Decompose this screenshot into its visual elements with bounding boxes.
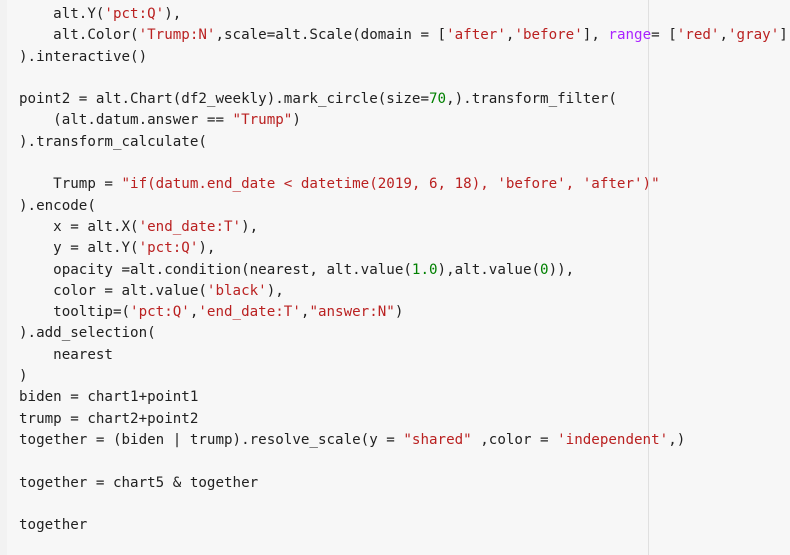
code-token: 1.0 bbox=[411, 261, 438, 278]
code-token: (alt.datum.answer == bbox=[19, 112, 233, 129]
code-token: y = alt.Y( bbox=[19, 240, 139, 257]
code-token: 'end_date:T' bbox=[198, 304, 301, 321]
code-line: nearest bbox=[19, 345, 790, 366]
code-line: Trump = "if(datum.end_date < datetime(20… bbox=[19, 174, 790, 195]
code-token: ), bbox=[241, 218, 259, 235]
code-token: 'black' bbox=[206, 282, 267, 299]
code-token: 70 bbox=[429, 91, 447, 108]
code-token: point2 = alt.Chart(df2_weekly).mark_circ… bbox=[19, 91, 429, 108]
code-token: "if(datum.end_date < datetime(2019, 6, 1… bbox=[121, 176, 660, 193]
code-line: (alt.datum.answer == "Trump") bbox=[19, 110, 790, 131]
code-token: nearest bbox=[19, 346, 113, 363]
code-token: 0 bbox=[540, 261, 549, 278]
code-token: 'after' bbox=[446, 27, 506, 44]
code-line: y = alt.Y('pct:Q'), bbox=[19, 238, 790, 259]
code-line: tooltip=('pct:Q','end_date:T',"answer:N"… bbox=[19, 302, 790, 323]
code-token: trump = chart2+point2 bbox=[19, 410, 199, 427]
code-line: ).encode( bbox=[19, 196, 790, 217]
code-token: = [ bbox=[651, 27, 677, 44]
code-token: ).add_selection( bbox=[19, 325, 156, 342]
code-token: 'pct:Q' bbox=[138, 240, 199, 257]
code-token: opacity =alt.condition(nearest, alt.valu… bbox=[19, 261, 412, 278]
code-token: together = chart5 & together bbox=[19, 474, 259, 491]
code-token: ).encode( bbox=[19, 197, 96, 214]
code-cell[interactable]: alt.Y('pct:Q'), alt.Color('Trump:N',scal… bbox=[7, 0, 790, 555]
code-token: ),alt.value( bbox=[437, 261, 541, 278]
code-token: ) bbox=[19, 368, 28, 385]
code-token: ).transform_calculate( bbox=[19, 133, 207, 150]
code-line: trump = chart2+point2 bbox=[19, 409, 790, 430]
code-token: ).interactive() bbox=[19, 48, 148, 65]
code-token: x = alt.X( bbox=[19, 218, 139, 235]
code-line: together = (biden | trump).resolve_scale… bbox=[19, 430, 790, 451]
code-token: 'Trump:N' bbox=[138, 27, 216, 44]
code-token: ,) bbox=[668, 431, 686, 448]
code-token: "Trump" bbox=[232, 112, 293, 129]
code-line: opacity =alt.condition(nearest, alt.valu… bbox=[19, 260, 790, 281]
code-token: 'before' bbox=[514, 27, 583, 44]
code-line: alt.Y('pct:Q'), bbox=[19, 4, 790, 25]
code-token: color = alt.value( bbox=[19, 282, 207, 299]
code-line: color = alt.value('black'), bbox=[19, 281, 790, 302]
code-line: together bbox=[19, 515, 790, 536]
code-token: )), bbox=[548, 261, 575, 278]
code-token: ) bbox=[394, 304, 404, 321]
code-token: 'pct:Q' bbox=[104, 6, 165, 22]
code-token: 'end_date:T' bbox=[138, 218, 242, 235]
cell-selection-bar[interactable] bbox=[0, 0, 7, 555]
code-token: "answer:N" bbox=[309, 304, 395, 321]
code-token: tooltip=( bbox=[19, 304, 131, 321]
notebook-page: alt.Y('pct:Q'), alt.Color('Trump:N',scal… bbox=[0, 0, 790, 555]
code-token: ) bbox=[292, 112, 301, 129]
code-token: together bbox=[19, 517, 88, 534]
code-line: ).transform_calculate( bbox=[19, 132, 790, 153]
code-token: ,color = bbox=[471, 431, 558, 448]
code-token: 'gray' bbox=[728, 27, 780, 44]
code-token: ])) bbox=[779, 27, 790, 44]
code-line: biden = chart1+point1 bbox=[19, 387, 790, 408]
code-line: x = alt.X('end_date:T'), bbox=[19, 217, 790, 238]
code-token: together = (biden | trump).resolve_scale… bbox=[19, 431, 404, 448]
code-line: point2 = alt.Chart(df2_weekly).mark_circ… bbox=[19, 89, 790, 110]
code-line: together = chart5 & together bbox=[19, 473, 790, 494]
code-token: range bbox=[608, 27, 652, 44]
code-line: ).add_selection( bbox=[19, 323, 790, 344]
code-editor[interactable]: alt.Y('pct:Q'), alt.Color('Trump:N',scal… bbox=[19, 4, 790, 536]
code-line: ).interactive() bbox=[19, 47, 790, 68]
code-token: 'independent' bbox=[557, 431, 669, 448]
code-line: ) bbox=[19, 366, 790, 387]
code-token: ), bbox=[164, 6, 182, 22]
code-token: Trump = bbox=[19, 176, 122, 193]
code-token: 'red' bbox=[676, 27, 720, 44]
code-token: 'pct:Q' bbox=[130, 304, 190, 321]
code-token: , bbox=[719, 27, 729, 44]
code-token: ], bbox=[582, 27, 609, 44]
code-token: biden = chart1+point1 bbox=[19, 389, 199, 406]
code-token: alt.Y( bbox=[19, 6, 105, 22]
code-token: ,scale=alt.Scale(domain = [ bbox=[215, 27, 447, 44]
code-line: alt.Color('Trump:N',scale=alt.Scale(doma… bbox=[19, 25, 790, 46]
code-token: ,).transform_filter( bbox=[446, 91, 617, 108]
code-token: "shared" bbox=[403, 431, 472, 448]
code-token: ), bbox=[198, 240, 216, 257]
code-token: alt.Color( bbox=[19, 27, 139, 44]
code-token: ), bbox=[266, 282, 284, 299]
